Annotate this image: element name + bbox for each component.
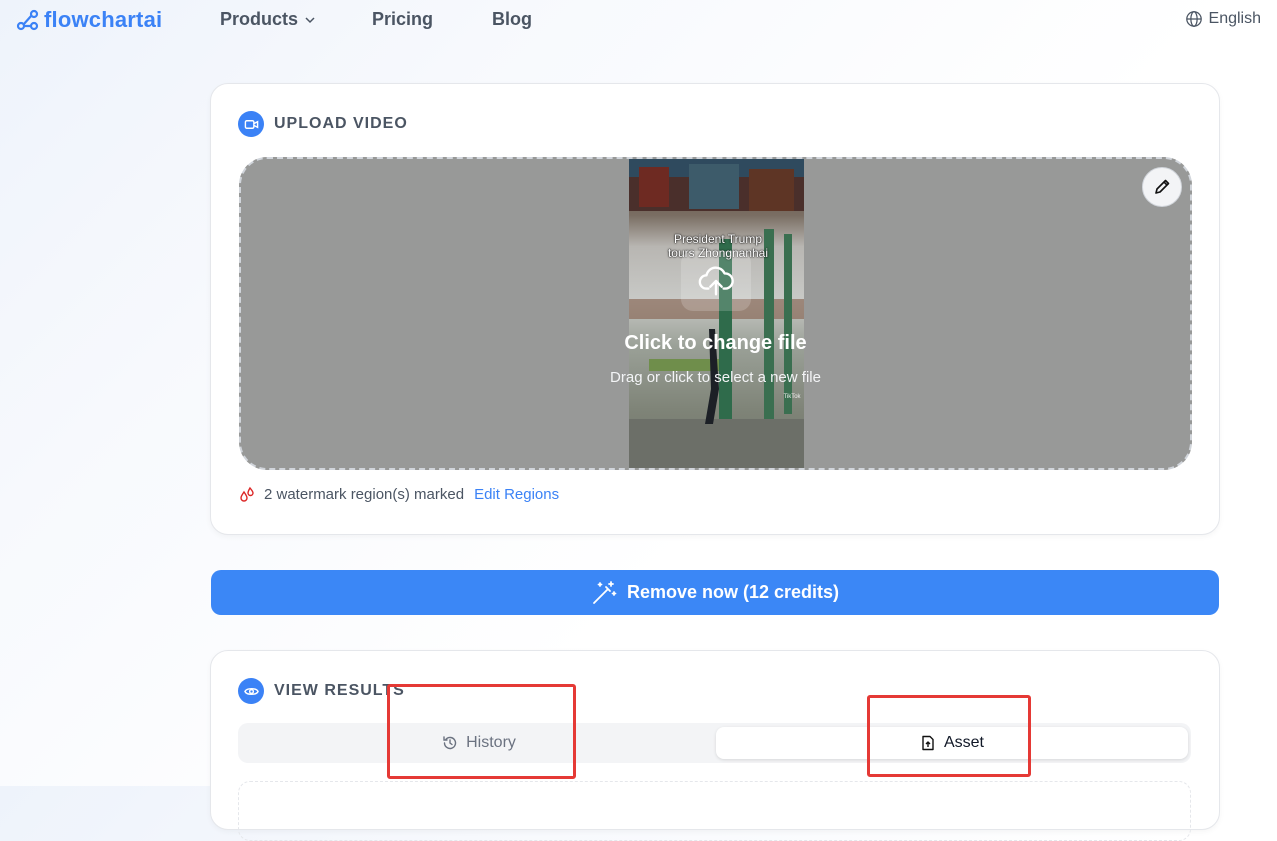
tiktok-watermark: TikTok — [783, 394, 801, 400]
results-content-area — [238, 781, 1191, 841]
nav-products-label: Products — [220, 9, 299, 29]
remove-now-label: Remove now (12 credits) — [626, 582, 840, 602]
video-thumbnail — [629, 159, 804, 468]
upload-section-header: UPLOAD VIDEO — [238, 111, 408, 137]
video-camera-icon — [238, 111, 264, 137]
eye-icon — [238, 678, 264, 704]
change-file-subtitle: Drag or click to select a new file — [610, 369, 821, 386]
nav-blog-label: Blog — [492, 9, 532, 29]
magic-wand-icon — [593, 580, 617, 604]
nav-pricing[interactable]: Pricing — [372, 9, 433, 30]
change-file-title: Click to change file — [624, 332, 807, 354]
remove-now-button[interactable]: Remove now (12 credits) — [211, 570, 1219, 615]
language-label: English — [1208, 10, 1261, 27]
results-section-title: VIEW RESULTS — [274, 682, 405, 699]
top-nav: flowchartai Products Pricing Blog Englis… — [0, 0, 1277, 40]
droplets-icon — [240, 486, 254, 502]
watermark-status-text: 2 watermark region(s) marked — [264, 485, 465, 503]
nav-blog[interactable]: Blog — [492, 9, 532, 30]
upload-section-title: UPLOAD VIDEO — [274, 115, 408, 132]
pencil-icon — [1155, 179, 1170, 194]
logo-text: flowchartai — [44, 7, 163, 32]
results-tabs: History Asset — [238, 723, 1191, 763]
chevron-down-icon — [305, 16, 315, 23]
globe-icon — [1185, 11, 1202, 27]
language-selector[interactable]: English — [1185, 10, 1261, 28]
annotation-box-asset — [867, 695, 1031, 777]
video-dropzone[interactable]: President Trump tours Zhongnanhai Click … — [239, 157, 1192, 470]
nav-products[interactable]: Products — [220, 9, 316, 30]
edit-regions-button[interactable] — [1142, 167, 1182, 207]
nav-pricing-label: Pricing — [372, 9, 434, 29]
logo[interactable]: flowchartai — [16, 6, 162, 34]
watermark-status-row: 2 watermark region(s) marked Edit Region… — [238, 485, 559, 503]
cloud-upload-icon — [681, 251, 751, 311]
edit-regions-link[interactable]: Edit Regions — [474, 486, 559, 503]
view-results-card: VIEW RESULTS History Asset — [210, 650, 1220, 841]
annotation-box-history — [387, 684, 576, 779]
results-section-header: VIEW RESULTS — [238, 678, 405, 704]
upload-video-card: UPLOAD VIDEO President Trump tours Zhong… — [210, 83, 1220, 535]
flowchart-logo-icon — [16, 9, 39, 31]
